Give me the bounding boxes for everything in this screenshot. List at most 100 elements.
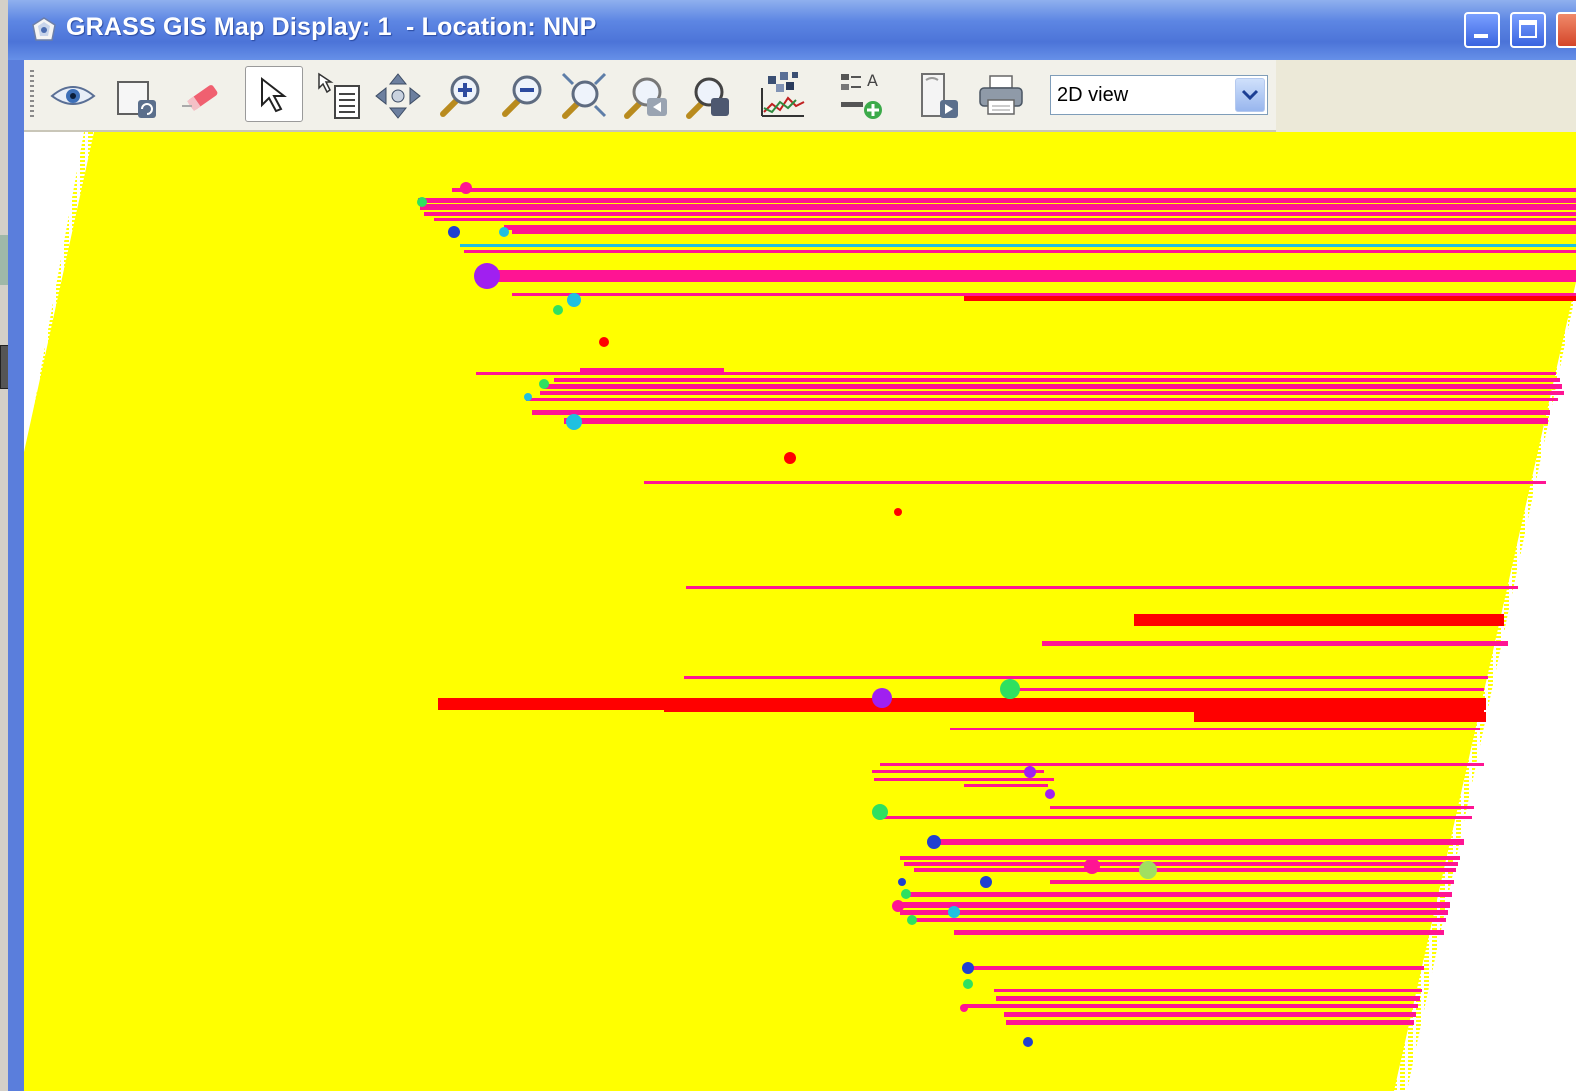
raster-streak [460, 244, 1576, 247]
zoom-extent-icon [561, 72, 607, 119]
view-mode-select[interactable]: 2D view [1050, 75, 1268, 115]
render-map-button[interactable] [106, 66, 164, 122]
raster-streak [900, 910, 1448, 915]
raster-streak [452, 188, 1576, 192]
raster-streak [1050, 880, 1454, 884]
minimize-button[interactable] [1464, 12, 1500, 48]
raster-streak [686, 586, 1518, 589]
raster-streak [914, 868, 1456, 872]
pan-button[interactable] [369, 66, 427, 122]
raster-map [24, 132, 1576, 1091]
raster-streak [874, 778, 1054, 781]
raster-streak [644, 481, 1546, 484]
map-toolbar: A 2D view [24, 60, 1276, 132]
raster-blob [599, 337, 609, 347]
raster-streak [996, 996, 1420, 1001]
raster-streak [512, 293, 1576, 296]
raster-streak [884, 816, 1472, 819]
raster-blob [872, 804, 888, 820]
pointer-button[interactable] [245, 66, 303, 122]
raster-streak [540, 391, 1564, 395]
chevron-down-icon [1241, 89, 1259, 101]
raster-streak [964, 1004, 1418, 1008]
raster-streak [1134, 614, 1504, 626]
raster-blob [1000, 679, 1020, 699]
raster-streak [964, 784, 1048, 787]
raster-streak [900, 856, 1460, 860]
raster-streak [964, 296, 1576, 301]
raster-blob [567, 293, 581, 307]
zoom-out-button[interactable] [493, 66, 551, 122]
raster-blob [448, 226, 460, 238]
raster-blob [499, 227, 509, 237]
raster-blob [784, 452, 796, 464]
view-mode-dropdown-button[interactable] [1235, 78, 1265, 112]
raster-blob [948, 906, 960, 918]
zoom-extent-button[interactable] [555, 66, 613, 122]
raster-blob [1045, 789, 1055, 799]
title-bar[interactable]: GRASS GIS Map Display: 1 - Location: NNP [8, 0, 1576, 60]
raster-streak [420, 204, 1576, 210]
overlay-icon: A [841, 71, 882, 119]
raster-blob [1139, 861, 1157, 879]
raster-streak [1042, 641, 1508, 646]
raster-streak [476, 372, 1556, 375]
raster-streak [464, 250, 1576, 253]
map-canvas[interactable] [24, 132, 1576, 1091]
erase-display-button[interactable] [168, 66, 226, 122]
query-button[interactable] [307, 66, 365, 122]
raster-blob [980, 876, 992, 888]
raster-streak [1006, 1020, 1414, 1025]
zoom-out-icon [502, 75, 542, 117]
save-map-button[interactable] [910, 66, 968, 122]
pointer-icon [261, 76, 287, 113]
raster-blob [553, 305, 563, 315]
raster-streak [904, 892, 1452, 897]
raster-blob [894, 508, 902, 516]
raster-streak [1050, 806, 1474, 809]
raster-blob [1084, 858, 1100, 874]
raster-streak [554, 378, 1560, 382]
maximize-button[interactable] [1510, 12, 1546, 48]
close-button[interactable] [1556, 12, 1576, 48]
zoom-menu-icon [686, 77, 729, 119]
raster-blob [962, 962, 974, 974]
raster-streak [896, 902, 1450, 908]
raster-streak [532, 410, 1550, 415]
raster-blob [1024, 766, 1036, 778]
raster-streak [904, 862, 1458, 866]
pan-icon [375, 73, 421, 119]
toolbar-grip[interactable] [30, 70, 34, 120]
raster-blob [898, 878, 906, 886]
minimize-icon [1474, 34, 1488, 38]
raster-blob [892, 900, 904, 912]
zoom-in-button[interactable] [431, 66, 489, 122]
raster-streak [994, 989, 1422, 992]
raster-streak [684, 676, 1488, 679]
raster-streak [968, 966, 1424, 970]
raster-blob [417, 197, 427, 207]
raster-blob [963, 979, 973, 989]
print-button[interactable] [972, 66, 1030, 122]
zoom-menu-button[interactable] [679, 66, 737, 122]
raster-streak [488, 270, 1576, 278]
raster-streak [424, 212, 1576, 216]
raster-streak [512, 230, 1576, 234]
display-map-button[interactable] [44, 66, 102, 122]
view-mode-value: 2D view [1057, 84, 1129, 106]
raster-streak [580, 368, 724, 372]
zoom-back-button[interactable] [617, 66, 675, 122]
raster-streak [504, 225, 1576, 230]
raster-blob [1023, 1037, 1033, 1047]
svg-text:A: A [867, 71, 878, 90]
raster-blob [872, 688, 892, 708]
raster-blob [901, 889, 911, 899]
display-map-icon [50, 86, 96, 105]
toolbar-area: A 2D view [24, 60, 1576, 132]
raster-blob [474, 263, 500, 289]
overlay-button[interactable]: A [829, 66, 887, 122]
raster-streak [950, 728, 1480, 730]
raster-streak [1004, 688, 1484, 691]
window-frame-left [8, 60, 24, 1091]
analyze-button[interactable] [754, 66, 812, 122]
